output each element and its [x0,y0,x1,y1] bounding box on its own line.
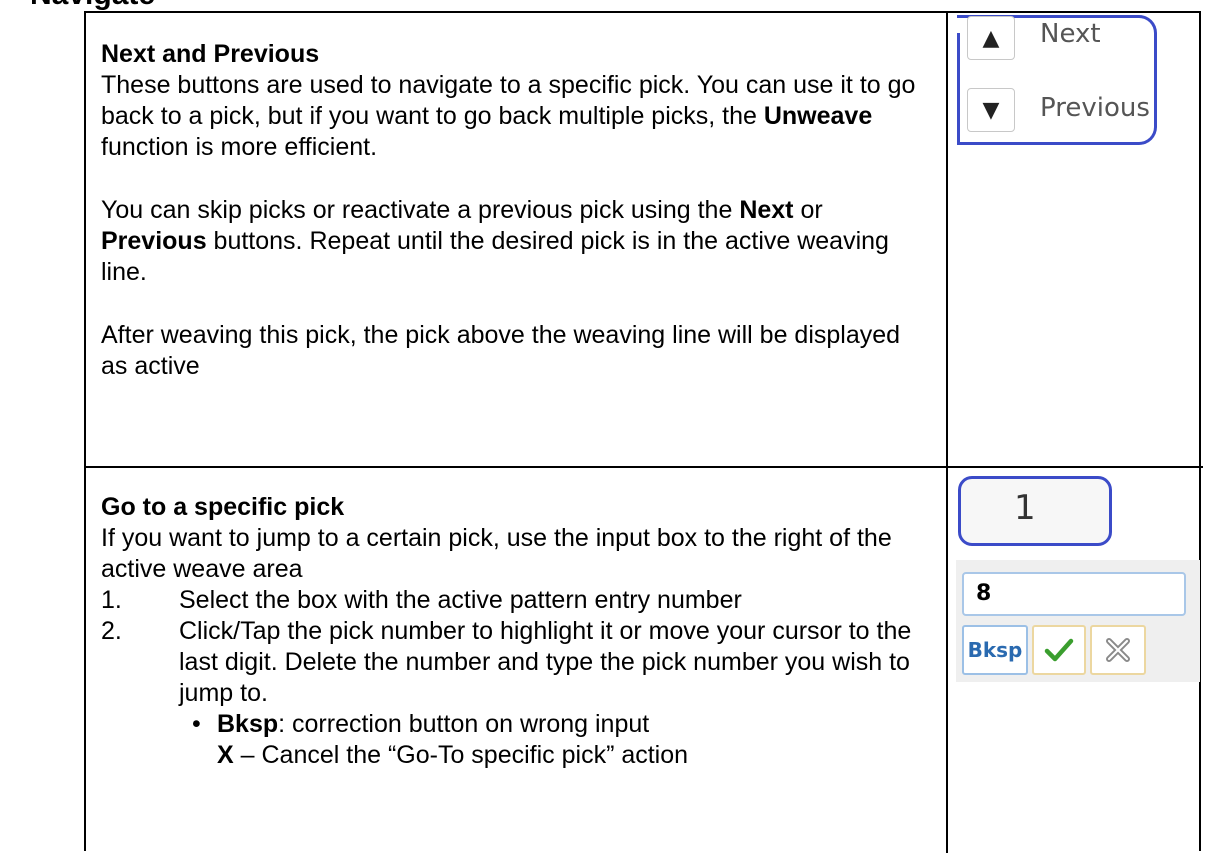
checkmark-icon [1044,638,1074,662]
bullet-bksp-text: Bksp: correction button on wrong input [217,709,649,740]
row-divider [86,466,1203,468]
bksp-description: : correction button on wrong input [278,710,650,738]
pick-number-input[interactable]: 8 [962,572,1186,616]
triangle-down-icon: ▼ [982,97,1000,123]
bullet-dot-icon: • [192,710,201,738]
row1-p1-text-b: function is more efficient. [101,133,378,161]
next-button[interactable]: ▲ [967,16,1015,60]
previous-label[interactable]: Previous [1040,93,1150,123]
active-pick-number: 1 [1014,488,1036,528]
row1-paragraph3: After weaving this pick, the pick above … [101,321,901,380]
row1-p2-text-mid: or [793,196,823,224]
row1-p2-text-a: You can skip picks or reactivate a previ… [101,196,740,224]
row2-title: Go to a specific pick [101,493,345,521]
column-divider [946,13,948,853]
previous-button[interactable]: ▼ [967,88,1015,132]
step-1-text: Select the box with the active pattern e… [179,586,742,614]
bksp-button[interactable]: Bksp [962,625,1028,675]
row1-title: Next and Previous [101,40,320,68]
cancel-term: X [217,741,234,769]
step-1-number: 1. [101,586,122,614]
triangle-up-icon: ▲ [982,25,1000,51]
nav-widget-frame-left [957,33,960,145]
row1-p2-text-b: buttons. Repeat until the desired pick i… [101,227,889,286]
row1-paragraph2: You can skip picks or reactivate a previ… [101,195,931,288]
close-icon [1106,638,1130,662]
row2-intro: If you want to jump to a certain pick, u… [101,524,892,583]
unweave-term: Unweave [763,102,873,130]
step-2-number: 2. [101,617,122,645]
previous-term: Previous [101,227,207,255]
cancel-button[interactable] [1090,625,1146,675]
bksp-term: Bksp [217,710,279,738]
next-term: Next [739,196,794,224]
step-2-text: Click/Tap the pick number to highlight i… [179,617,912,707]
cancel-description: – Cancel the “Go-To specific pick” actio… [233,741,689,769]
row1-paragraph1: These buttons are used to navigate to a … [101,70,931,163]
next-label[interactable]: Next [1040,19,1101,49]
confirm-button[interactable] [1032,625,1086,675]
bullet-cancel-text: X – Cancel the “Go-To specific pick” act… [217,740,688,771]
